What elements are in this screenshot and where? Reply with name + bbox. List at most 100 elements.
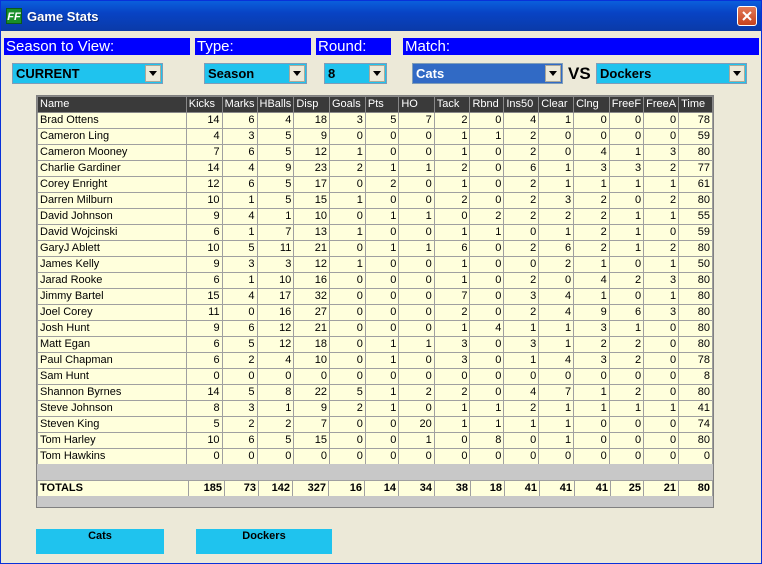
stat-cell-disp: 9 — [293, 128, 330, 145]
chevron-down-icon — [293, 71, 301, 76]
stat-cell-freef: 0 — [608, 416, 645, 433]
cats-team-button[interactable]: Cats — [36, 529, 164, 554]
table-row[interactable]: Tom Harley 10 6 5 15 0 0 1 0 8 0 1 0 0 0 80 — [37, 432, 713, 449]
stat-cell-freea: 1 — [643, 176, 680, 193]
table-row[interactable]: Shannon Byrnes 14 5 8 22 5 1 2 2 0 4 7 1 2 0 80 — [37, 384, 713, 401]
column-header-ho[interactable]: HO — [398, 96, 435, 113]
type-select[interactable]: Season — [204, 63, 307, 84]
stat-cell-clear: 2 — [538, 256, 575, 273]
column-header-clear[interactable]: Clear — [538, 96, 575, 113]
table-row[interactable]: Tom Hawkins 0 0 0 0 0 0 0 0 0 0 0 0 0 0 0 — [37, 448, 713, 465]
stat-cell-tack: 0 — [433, 448, 471, 465]
stat-cell-pts: 0 — [364, 368, 400, 385]
table-row[interactable]: James Kelly 9 3 3 12 1 0 0 1 0 0 2 1 0 1 50 — [37, 256, 713, 273]
stat-cell-marks: 0 — [221, 368, 258, 385]
stat-cell-ho: 0 — [398, 192, 435, 209]
total-cell-hballs: 142 — [258, 480, 293, 497]
stat-cell-time: 80 — [678, 144, 713, 161]
stat-cell-pts: 0 — [364, 144, 400, 161]
table-row[interactable]: David Wojcinski 6 1 7 13 1 0 0 1 1 0 1 2 1 0 59 — [37, 224, 713, 241]
table-row[interactable]: Steven King 5 2 2 7 0 0 20 1 1 1 1 0 0 0 74 — [37, 416, 713, 433]
stat-cell-marks: 6 — [221, 432, 258, 449]
stat-cell-freea: 2 — [643, 160, 680, 177]
stat-cell-goals: 0 — [328, 336, 366, 353]
stats-grid[interactable]: Name Kicks Marks HBalls Disp Goals Pts HO Tack Rb… — [36, 95, 714, 508]
close-button[interactable] — [737, 6, 757, 26]
table-row[interactable]: David Johnson 9 4 1 10 0 1 1 0 2 2 2 2 1 1 55 — [37, 208, 713, 225]
round-select[interactable]: 8 — [324, 63, 387, 84]
player-name-cell: Darren Milburn — [37, 192, 187, 209]
stat-cell-goals: 0 — [328, 288, 366, 305]
table-row[interactable]: Corey Enright 12 6 5 17 0 2 0 1 0 2 1 1 1 1 61 — [37, 176, 713, 193]
stat-cell-clear: 0 — [538, 448, 575, 465]
round-dropdown-button[interactable] — [369, 65, 385, 82]
table-row[interactable]: Cameron Ling 4 3 5 9 0 0 0 1 1 2 0 0 0 0 59 — [37, 128, 713, 145]
column-header-row: Name Kicks Marks HBalls Disp Goals Pts HO Tack Rb… — [37, 96, 713, 113]
stat-cell-marks: 5 — [221, 384, 258, 401]
season-dropdown-button[interactable] — [145, 65, 161, 82]
column-header-time[interactable]: Time — [678, 96, 713, 113]
column-header-hballs[interactable]: HBalls — [256, 96, 295, 113]
column-header-marks[interactable]: Marks — [221, 96, 258, 113]
table-row[interactable]: Brad Ottens 14 6 4 18 3 5 7 2 0 4 1 0 0 0 78 — [37, 112, 713, 129]
stat-cell-freea: 0 — [643, 352, 680, 369]
column-header-kicks[interactable]: Kicks — [185, 96, 223, 113]
dockers-team-button[interactable]: Dockers — [196, 529, 332, 554]
stat-cell-hballs: 5 — [256, 176, 295, 193]
stat-cell-time: 78 — [678, 112, 713, 129]
player-name-cell: Steven King — [37, 416, 187, 433]
column-header-freea[interactable]: FreeA — [643, 96, 680, 113]
table-row[interactable]: Sam Hunt 0 0 0 0 0 0 0 0 0 0 0 0 0 0 8 — [37, 368, 713, 385]
column-header-freef[interactable]: FreeF — [608, 96, 645, 113]
column-header-name[interactable]: Name — [37, 96, 187, 113]
stat-cell-ins50: 4 — [503, 384, 540, 401]
type-dropdown-button[interactable] — [289, 65, 305, 82]
season-select[interactable]: CURRENT — [12, 63, 163, 84]
stat-cell-time: 80 — [678, 288, 713, 305]
stat-cell-kicks: 10 — [185, 240, 223, 257]
stat-cell-clear: 2 — [538, 208, 575, 225]
table-row[interactable]: Jarad Rooke 6 1 10 16 0 0 0 1 0 2 0 4 2 3 80 — [37, 272, 713, 289]
home-team-select[interactable]: Cats — [412, 63, 563, 84]
table-row[interactable]: Cameron Mooney 7 6 5 12 1 0 0 1 0 2 0 4 1 3 80 — [37, 144, 713, 161]
away-team-dropdown-button[interactable] — [729, 65, 745, 82]
player-name-cell: Matt Egan — [37, 336, 187, 353]
stat-cell-rbnd: 0 — [469, 304, 505, 321]
table-row[interactable]: Jimmy Bartel 15 4 17 32 0 0 0 7 0 3 4 1 0 1 80 — [37, 288, 713, 305]
totals-table: TOTALS 185 73 142 327 16 14 34 38 18 41 41 41 25 21 80 — [37, 480, 713, 497]
stat-cell-hballs: 10 — [256, 272, 295, 289]
stat-cell-marks: 3 — [221, 128, 258, 145]
stat-cell-rbnd: 0 — [469, 368, 505, 385]
column-header-goals[interactable]: Goals — [328, 96, 366, 113]
player-name-cell: James Kelly — [37, 256, 187, 273]
column-header-disp[interactable]: Disp — [293, 96, 330, 113]
column-header-pts[interactable]: Pts — [364, 96, 400, 113]
total-cell-disp: 327 — [292, 480, 329, 497]
stat-cell-rbnd: 2 — [469, 208, 505, 225]
stat-cell-marks: 1 — [221, 224, 258, 241]
table-row[interactable]: Matt Egan 6 5 12 18 0 1 1 3 0 3 1 2 2 0 80 — [37, 336, 713, 353]
table-row[interactable]: Josh Hunt 9 6 12 21 0 0 0 1 4 1 1 3 1 0 80 — [37, 320, 713, 337]
stat-cell-rbnd: 0 — [469, 144, 505, 161]
table-row[interactable]: Joel Corey 11 0 16 27 0 0 0 2 0 2 4 9 6 3 80 — [37, 304, 713, 321]
column-header-rbnd[interactable]: Rbnd — [469, 96, 505, 113]
column-header-clng[interactable]: Clng — [573, 96, 610, 113]
away-team-select[interactable]: Dockers — [596, 63, 747, 84]
table-row[interactable]: GaryJ Ablett 10 5 11 21 0 1 1 6 0 2 6 2 1 2 80 — [37, 240, 713, 257]
column-header-tack[interactable]: Tack — [433, 96, 471, 113]
stat-cell-ins50: 3 — [503, 288, 540, 305]
home-team-dropdown-button[interactable] — [545, 65, 561, 82]
stat-cell-marks: 1 — [221, 272, 258, 289]
stat-cell-tack: 2 — [433, 160, 471, 177]
column-header-ins50[interactable]: Ins50 — [503, 96, 540, 113]
table-row[interactable]: Charlie Gardiner 14 4 9 23 2 1 1 2 0 6 1 3 3 2 77 — [37, 160, 713, 177]
stat-cell-goals: 5 — [328, 384, 366, 401]
table-row[interactable]: Darren Milburn 10 1 5 15 1 0 0 2 0 2 3 2 0 2 80 — [37, 192, 713, 209]
stat-cell-time: 80 — [678, 272, 713, 289]
stat-cell-tack: 6 — [433, 240, 471, 257]
table-row[interactable]: Paul Chapman 6 2 4 10 0 1 0 3 0 1 4 3 2 0 78 — [37, 352, 713, 369]
table-row[interactable]: Steve Johnson 8 3 1 9 2 1 0 1 1 2 1 1 1 1 41 — [37, 400, 713, 417]
stat-cell-time: 50 — [678, 256, 713, 273]
title-bar[interactable]: FF Game Stats — [1, 1, 761, 31]
stat-cell-ins50: 3 — [503, 336, 540, 353]
